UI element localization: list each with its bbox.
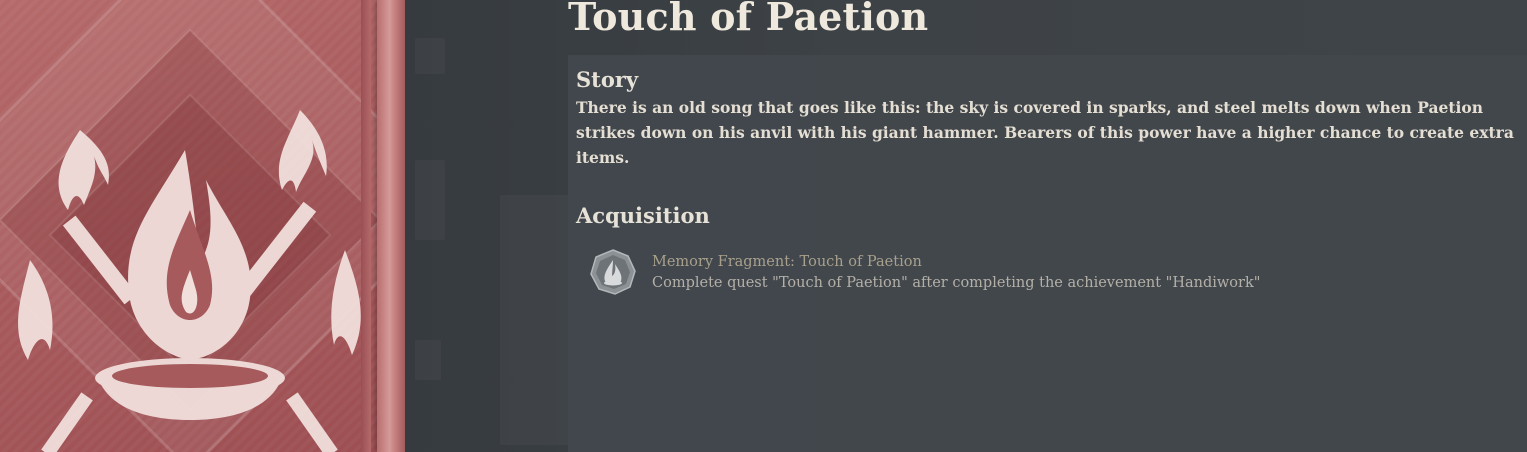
memory-card-art (0, 0, 405, 452)
details-panel: Story There is an old song that goes lik… (568, 55, 1527, 452)
flame-fragment-icon (590, 249, 636, 295)
card-frame-inner (361, 0, 371, 452)
ghost-panel (415, 340, 441, 380)
acquisition-item-name: Memory Fragment: Touch of Paetion (652, 254, 922, 270)
acquisition-item[interactable]: Memory Fragment: Touch of Paetion Comple… (588, 245, 1488, 297)
ghost-panel (415, 160, 445, 240)
page-title: Touch of Paetion (568, 0, 929, 39)
acquisition-heading: Acquisition (576, 203, 710, 228)
ghost-panel (500, 195, 570, 445)
story-text: There is an old song that goes like this… (576, 98, 1514, 167)
ghost-icon (415, 38, 445, 74)
card-frame (377, 0, 405, 452)
story-heading: Story (576, 67, 639, 92)
card-illustration (0, 0, 405, 452)
acquisition-item-description: Complete quest "Touch of Paetion" after … (652, 275, 1261, 291)
